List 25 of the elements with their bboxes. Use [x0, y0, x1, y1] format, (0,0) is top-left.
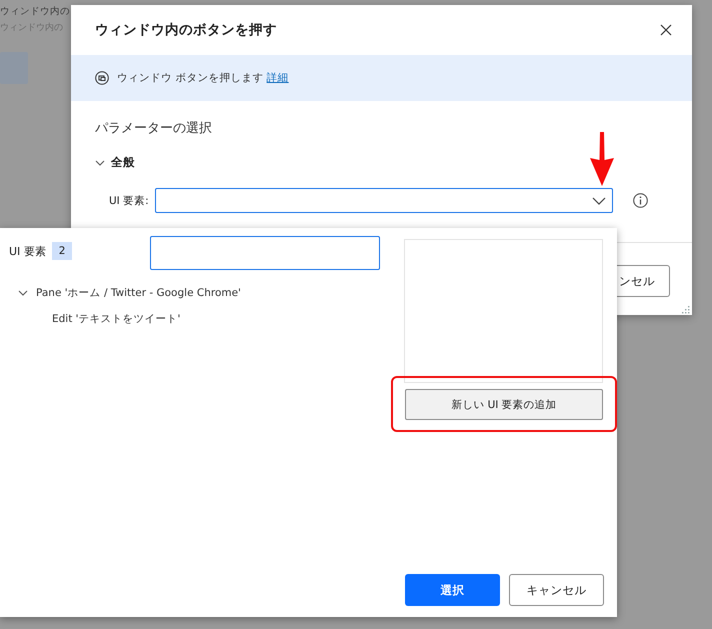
tree-item[interactable]: Edit 'テキストをツイート' [52, 312, 180, 326]
search-field[interactable] [150, 236, 380, 270]
group-label: 全般 [111, 155, 135, 170]
info-icon[interactable] [632, 193, 648, 208]
chevron-icon [592, 196, 606, 204]
cancel-button[interactable]: キャンセル [509, 574, 604, 606]
select-button[interactable]: 選択 [405, 574, 500, 606]
field-label: UI 要素: [109, 194, 149, 208]
chevron-icon[interactable] [95, 158, 105, 168]
chevron-icon[interactable] [18, 288, 28, 298]
details-link[interactable]: 詳細 [266, 72, 289, 84]
window-icon [95, 71, 109, 85]
section-title: パラメーターの選択 [94, 120, 213, 137]
close-icon[interactable] [660, 24, 672, 36]
cancel-button[interactable]: ンセル [617, 265, 670, 297]
resize-grip-icon[interactable] [680, 304, 690, 314]
picker-label: UI 要素 [9, 244, 46, 258]
window-title: ウィンドウ内の [0, 5, 71, 18]
count-badge: 2 [52, 242, 72, 260]
dialog-title: ウィンドウ内のボタンを押す [95, 21, 277, 39]
add-element-button[interactable]: 新しい UI 要素の追加 [405, 389, 603, 420]
banner-text: ウィンドウ ボタンを押します 詳細 [117, 71, 289, 85]
ui-element-dropdown[interactable] [154, 188, 613, 213]
arrow-annotation [589, 132, 615, 186]
tree-item[interactable]: Pane 'ホーム / Twitter - Google Chrome' [36, 286, 241, 300]
